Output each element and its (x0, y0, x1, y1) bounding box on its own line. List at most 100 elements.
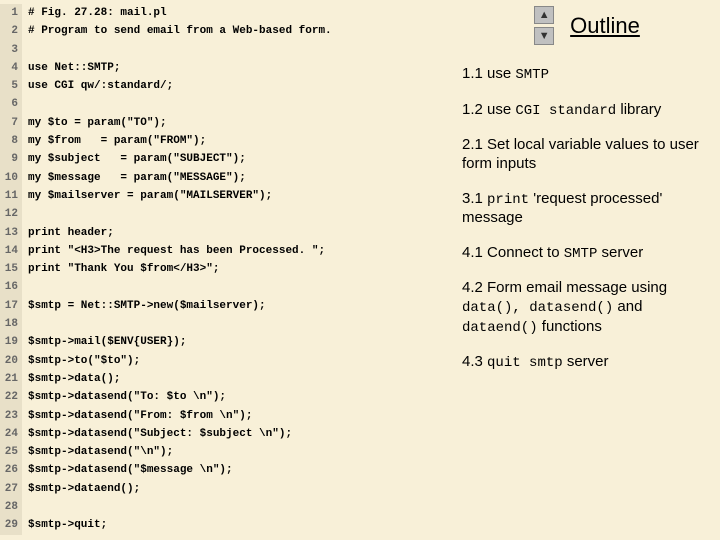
line-number: 8 (0, 132, 22, 150)
code-line: 8my $from = param("FROM"); (0, 132, 450, 150)
nav-arrows: ▲ ▼ (534, 6, 554, 45)
outline-item: 1.2 use CGI standard library (462, 101, 712, 121)
outline-title: Outline (570, 13, 640, 39)
line-number: 25 (0, 443, 22, 461)
line-number: 11 (0, 187, 22, 205)
code-line: 18 (0, 315, 450, 333)
line-number: 17 (0, 297, 22, 315)
line-code: print "<H3>The request has been Processe… (22, 242, 325, 260)
line-number: 12 (0, 205, 22, 223)
code-panel: 1# Fig. 27.28: mail.pl2# Program to send… (0, 0, 450, 540)
line-code: $smtp->datasend("To: $to \n"); (22, 388, 226, 406)
line-number: 22 (0, 388, 22, 406)
code-line: 3 (0, 41, 450, 59)
line-code: my $subject = param("SUBJECT"); (22, 150, 246, 168)
outline-item: 4.1 Connect to SMTP server (462, 244, 712, 264)
code-line: 22$smtp->datasend("To: $to \n"); (0, 388, 450, 406)
line-code: use CGI qw/:standard/; (22, 77, 173, 95)
line-number: 20 (0, 352, 22, 370)
line-code: $smtp->datasend("\n"); (22, 443, 173, 461)
line-code: use Net::SMTP; (22, 59, 120, 77)
line-code (22, 498, 28, 516)
line-code: $smtp->data(); (22, 370, 120, 388)
arrow-up-icon[interactable]: ▲ (534, 6, 554, 24)
code-line: 20$smtp->to("$to"); (0, 352, 450, 370)
code-line: 21$smtp->data(); (0, 370, 450, 388)
line-code: $smtp->datasend("$message \n"); (22, 461, 233, 479)
outline-item: 1.1 use SMTP (462, 65, 712, 85)
line-code: # Program to send email from a Web-based… (22, 22, 332, 40)
outline-item: 4.3 quit smtp server (462, 353, 712, 373)
outline-item: 3.1 print 'request processed' message (462, 190, 712, 228)
line-code: my $from = param("FROM"); (22, 132, 206, 150)
outline-panel: ▲ ▼ Outline 1.1 use SMTP 1.2 use CGI stan… (450, 0, 720, 540)
line-number: 6 (0, 95, 22, 113)
line-number: 14 (0, 242, 22, 260)
line-code (22, 95, 28, 113)
code-line: 4use Net::SMTP; (0, 59, 450, 77)
line-code (22, 278, 28, 296)
line-number: 27 (0, 480, 22, 498)
code-line: 25$smtp->datasend("\n"); (0, 443, 450, 461)
line-code: print "Thank You $from</H3>"; (22, 260, 219, 278)
line-number: 1 (0, 4, 22, 22)
code-line: 6 (0, 95, 450, 113)
line-number: 29 (0, 516, 22, 534)
code-line: 28 (0, 498, 450, 516)
line-number: 24 (0, 425, 22, 443)
line-number: 9 (0, 150, 22, 168)
line-code (22, 205, 28, 223)
code-line: 11my $mailserver = param("MAILSERVER"); (0, 187, 450, 205)
code-line: 14print "<H3>The request has been Proces… (0, 242, 450, 260)
line-code (22, 41, 28, 59)
line-code: $smtp->quit; (22, 516, 107, 534)
code-line: 24$smtp->datasend("Subject: $subject \n"… (0, 425, 450, 443)
code-line: 26$smtp->datasend("$message \n"); (0, 461, 450, 479)
line-number: 16 (0, 278, 22, 296)
line-number: 3 (0, 41, 22, 59)
line-code: my $mailserver = param("MAILSERVER"); (22, 187, 272, 205)
line-code: $smtp->datasend("Subject: $subject \n"); (22, 425, 292, 443)
outline-item: 4.2 Form email message using data(), dat… (462, 279, 712, 337)
line-code: $smtp->datasend("From: $from \n"); (22, 407, 252, 425)
code-line: 27$smtp->dataend(); (0, 480, 450, 498)
code-line: 9my $subject = param("SUBJECT"); (0, 150, 450, 168)
code-line: 7my $to = param("TO"); (0, 114, 450, 132)
code-line: 29$smtp->quit; (0, 516, 450, 534)
code-line: 23$smtp->datasend("From: $from \n"); (0, 407, 450, 425)
line-code: $smtp = Net::SMTP->new($mailserver); (22, 297, 266, 315)
line-number: 2 (0, 22, 22, 40)
line-number: 18 (0, 315, 22, 333)
outline-header: ▲ ▼ Outline (462, 6, 712, 45)
line-code: $smtp->to("$to"); (22, 352, 140, 370)
line-number: 4 (0, 59, 22, 77)
line-code: my $message = param("MESSAGE"); (22, 169, 246, 187)
line-number: 23 (0, 407, 22, 425)
code-line: 16 (0, 278, 450, 296)
line-number: 26 (0, 461, 22, 479)
line-code: my $to = param("TO"); (22, 114, 167, 132)
code-line: 15print "Thank You $from</H3>"; (0, 260, 450, 278)
line-number: 21 (0, 370, 22, 388)
code-line: 1# Fig. 27.28: mail.pl (0, 4, 450, 22)
line-code (22, 315, 28, 333)
line-number: 28 (0, 498, 22, 516)
code-line: 2# Program to send email from a Web-base… (0, 22, 450, 40)
line-number: 10 (0, 169, 22, 187)
line-number: 13 (0, 224, 22, 242)
code-line: 12 (0, 205, 450, 223)
code-line: 17$smtp = Net::SMTP->new($mailserver); (0, 297, 450, 315)
line-code: # Fig. 27.28: mail.pl (22, 4, 167, 22)
code-line: 13print header; (0, 224, 450, 242)
line-code: $smtp->dataend(); (22, 480, 140, 498)
line-code: $smtp->mail($ENV{USER}); (22, 333, 186, 351)
outline-item: 2.1 Set local variable values to user fo… (462, 136, 712, 174)
line-number: 15 (0, 260, 22, 278)
code-line: 10my $message = param("MESSAGE"); (0, 169, 450, 187)
line-number: 19 (0, 333, 22, 351)
arrow-down-icon[interactable]: ▼ (534, 27, 554, 45)
code-line: 5use CGI qw/:standard/; (0, 77, 450, 95)
line-number: 7 (0, 114, 22, 132)
line-code: print header; (22, 224, 114, 242)
code-line: 19$smtp->mail($ENV{USER}); (0, 333, 450, 351)
